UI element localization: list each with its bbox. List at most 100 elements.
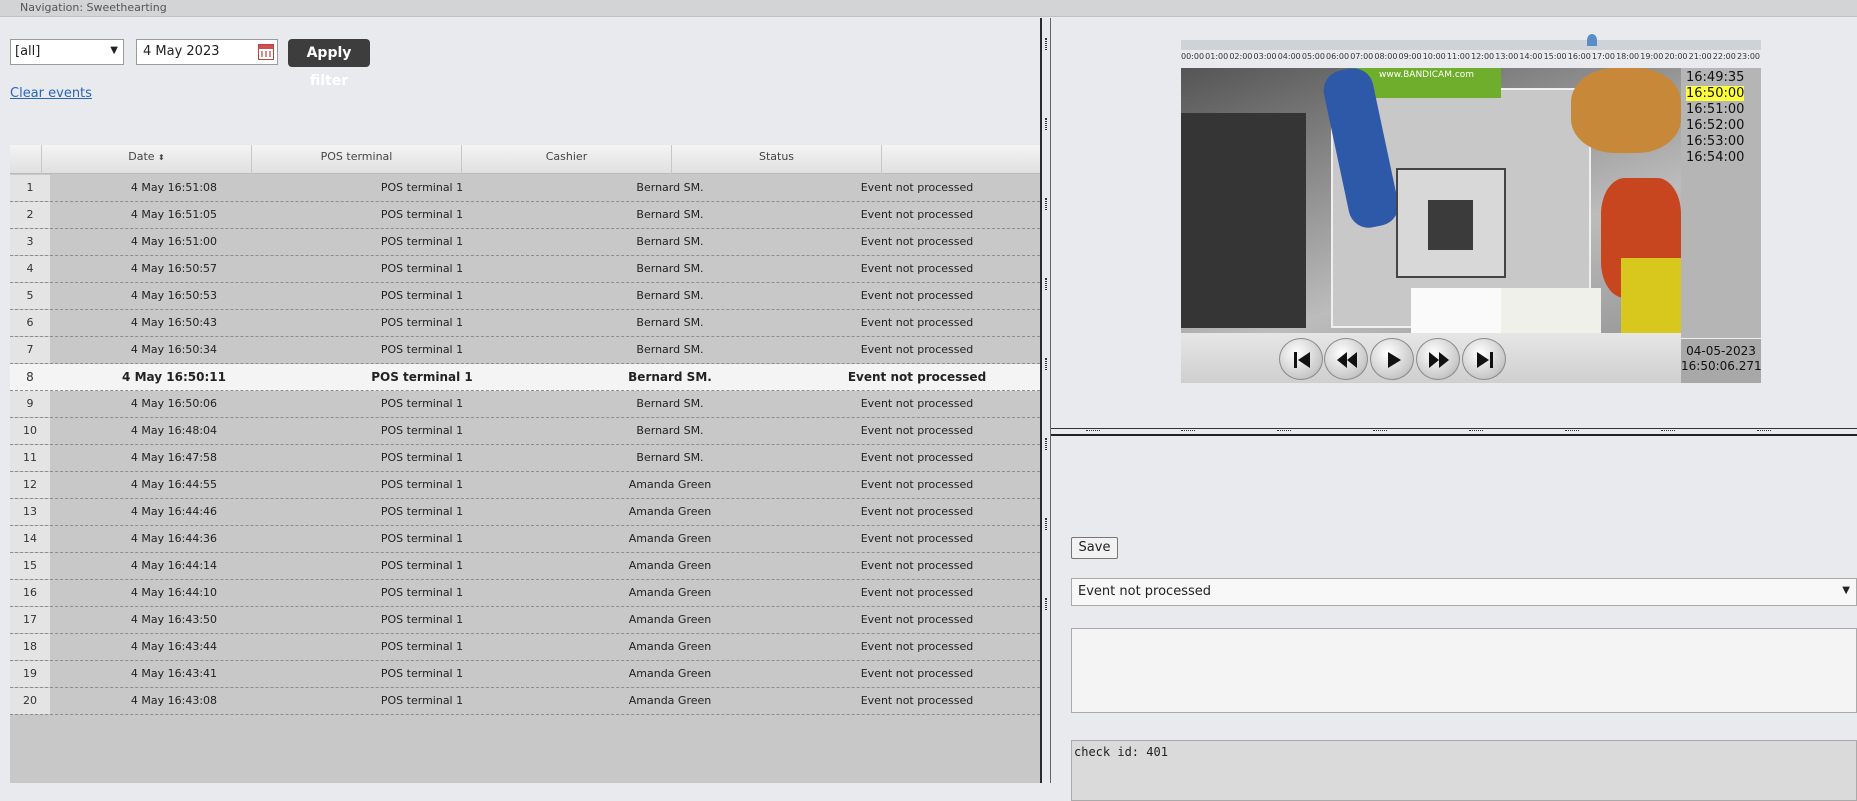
table-row[interactable]: 6 4 May 16:50:43 POS terminal 1 Bernard SM.… [10, 310, 1040, 337]
cell-pos-terminal: POS terminal 1 [380, 451, 464, 464]
check-id-text: check id: 401 [1074, 745, 1168, 759]
save-button[interactable]: Save [1071, 537, 1118, 559]
time-mark[interactable]: 16:53:00 [1686, 134, 1744, 149]
cell-pos-terminal: POS terminal 1 [380, 397, 464, 410]
apply-filter-button[interactable]: Apply filter [288, 39, 370, 89]
cell-status: Event not processed [860, 316, 974, 329]
cell-cashier: Amanda Green [628, 667, 712, 680]
calendar-icon[interactable] [258, 44, 274, 60]
table-row[interactable]: 9 4 May 16:50:06 POS terminal 1 Bernard SM.… [10, 391, 1040, 418]
timeline-tick: 11:00 [1446, 52, 1470, 61]
table-row[interactable]: 10 4 May 16:48:04 POS terminal 1 Bernard SM… [10, 418, 1040, 445]
cell-date: 4 May 16:51:00 [130, 235, 218, 248]
cell-pos-terminal: POS terminal 1 [380, 667, 464, 680]
row-number: 7 [10, 337, 50, 363]
cell-status: Event not processed [860, 289, 974, 302]
row-number: 13 [10, 499, 50, 525]
cell-cashier: Bernard SM. [628, 370, 712, 384]
table-row[interactable]: 8 4 May 16:50:11 POS terminal 1 Bernard SM.… [10, 364, 1040, 391]
comment-textarea[interactable] [1071, 628, 1857, 713]
cell-date: 4 May 16:47:58 [130, 451, 218, 464]
table-row[interactable]: 14 4 May 16:44:36 POS terminal 1 Amanda Gre… [10, 526, 1040, 553]
table-row[interactable]: 11 4 May 16:47:58 POS terminal 1 Bernard SM… [10, 445, 1040, 472]
check-text[interactable]: check id: 401 [1071, 740, 1857, 801]
events-pane: [all] ▼ 4 May 2023 Apply filter Clear ev… [0, 18, 1040, 783]
skip-forward-button[interactable] [1462, 338, 1506, 380]
timeline-tick: 04:00 [1277, 52, 1301, 61]
table-row[interactable]: 17 4 May 16:43:50 POS terminal 1 Amanda Gre… [10, 607, 1040, 634]
grid-header: Date ⬍ POS terminal Cashier Status [10, 145, 1040, 174]
timeline-tick: 13:00 [1495, 52, 1519, 61]
clear-events-link[interactable]: Clear events [10, 86, 92, 101]
cell-pos-terminal: POS terminal 1 [380, 316, 464, 329]
table-row[interactable]: 5 4 May 16:50:53 POS terminal 1 Bernard SM.… [10, 283, 1040, 310]
fast-forward-icon [1429, 352, 1449, 368]
table-row[interactable]: 4 4 May 16:50:57 POS terminal 1 Bernard SM.… [10, 256, 1040, 283]
cell-cashier: Bernard SM. [636, 208, 704, 221]
skip-forward-icon [1477, 352, 1493, 368]
cell-pos-terminal: POS terminal 1 [380, 640, 464, 653]
date-input[interactable]: 4 May 2023 [136, 39, 278, 65]
timeline-tick: 18:00 [1616, 52, 1640, 61]
timeline-tick: 06:00 [1326, 52, 1350, 61]
table-row[interactable]: 19 4 May 16:43:41 POS terminal 1 Amanda Gre… [10, 661, 1040, 688]
column-header-pos[interactable]: POS terminal [252, 145, 462, 174]
timeline-tick: 02:00 [1229, 52, 1253, 61]
table-row[interactable]: 18 4 May 16:43:44 POS terminal 1 Amanda Gre… [10, 634, 1040, 661]
table-row[interactable]: 12 4 May 16:44:55 POS terminal 1 Amanda Gre… [10, 472, 1040, 499]
cell-cashier: Bernard SM. [636, 262, 704, 275]
skip-back-button[interactable] [1279, 338, 1323, 380]
watermark: www.BANDICAM.com [1379, 70, 1475, 80]
timeline-tick: 15:00 [1543, 52, 1567, 61]
cell-cashier: Bernard SM. [636, 316, 704, 329]
play-button[interactable] [1370, 338, 1414, 380]
horizontal-splitter[interactable] [1051, 428, 1857, 436]
cell-date: 4 May 16:50:11 [122, 370, 226, 384]
table-row[interactable]: 3 4 May 16:51:00 POS terminal 1 Bernard SM.… [10, 229, 1040, 256]
sort-icon: ⬍ [158, 153, 165, 162]
row-number: 11 [10, 445, 50, 471]
row-number: 14 [10, 526, 50, 552]
cell-date: 4 May 16:48:04 [130, 424, 218, 437]
cell-pos-terminal: POS terminal 1 [380, 262, 464, 275]
column-header-date[interactable]: Date ⬍ [42, 145, 252, 174]
table-row[interactable]: 1 4 May 16:51:08 POS terminal 1 Bernard SM.… [10, 175, 1040, 202]
timeline-tick: 22:00 [1712, 52, 1736, 61]
table-row[interactable]: 15 4 May 16:44:14 POS terminal 1 Amanda Gre… [10, 553, 1040, 580]
timeline-bar[interactable] [1181, 40, 1761, 50]
table-row[interactable]: 16 4 May 16:44:10 POS terminal 1 Amanda Gre… [10, 580, 1040, 607]
timeline-tick: 16:00 [1567, 52, 1591, 61]
fast-forward-button[interactable] [1416, 338, 1460, 380]
vertical-splitter[interactable] [1040, 18, 1051, 783]
time-mark[interactable]: 16:54:00 [1686, 150, 1744, 165]
cell-status: Event not processed [860, 640, 974, 653]
filter-select[interactable]: [all] ▼ [10, 39, 124, 65]
cell-date: 4 May 16:44:46 [130, 505, 218, 518]
status-select[interactable]: Event not processed ▼ [1071, 578, 1857, 606]
status-select-value: Event not processed [1078, 584, 1212, 599]
timeline-tick: 14:00 [1519, 52, 1543, 61]
timeline[interactable]: 00:00 01:00 02:00 03:00 04:00 05:00 06:00 07:00… [1181, 34, 1761, 65]
cell-status: Event not processed [860, 262, 974, 275]
row-number: 19 [10, 661, 50, 687]
cell-status: Event not processed [860, 208, 974, 221]
cell-status: Event not processed [860, 478, 974, 491]
column-header-cashier[interactable]: Cashier [462, 145, 672, 174]
time-mark[interactable]: 16:50:00 [1686, 86, 1745, 101]
timeline-thumb[interactable] [1587, 34, 1597, 46]
timeline-tick: 20:00 [1664, 52, 1688, 61]
table-row[interactable]: 20 4 May 16:43:08 POS terminal 1 Amanda Gre… [10, 688, 1040, 715]
time-mark[interactable]: 16:51:00 [1686, 102, 1744, 117]
rewind-button[interactable] [1324, 338, 1368, 380]
time-mark[interactable]: 16:49:35 [1686, 70, 1744, 85]
table-row[interactable]: 13 4 May 16:44:46 POS terminal 1 Amanda Gre… [10, 499, 1040, 526]
table-row[interactable]: 2 4 May 16:51:05 POS terminal 1 Bernard SM.… [10, 202, 1040, 229]
row-number: 2 [10, 202, 50, 228]
column-header-status[interactable]: Status [672, 145, 882, 174]
rewind-icon [1337, 352, 1357, 368]
cell-status: Event not processed [847, 370, 987, 384]
cell-date: 4 May 16:44:36 [130, 532, 218, 545]
time-mark[interactable]: 16:52:00 [1686, 118, 1744, 133]
row-number: 6 [10, 310, 50, 336]
table-row[interactable]: 7 4 May 16:50:34 POS terminal 1 Bernard SM.… [10, 337, 1040, 364]
